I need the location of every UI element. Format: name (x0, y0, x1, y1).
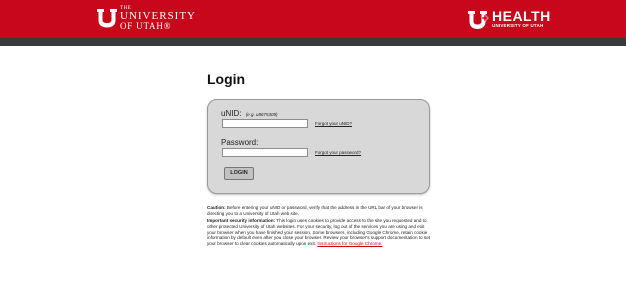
caution-text: Before entering your uNID or password, v… (207, 205, 423, 216)
header-bar: THE UNIVERSITY OF UTAH® HEALTH UNIVERSIT… (0, 0, 626, 38)
unid-hint: (e.g. u8675309) (245, 112, 278, 117)
unid-input[interactable] (222, 119, 308, 128)
security-notice: Caution: Before entering your uNID or pa… (207, 205, 433, 249)
login-button[interactable]: LOGIN (224, 167, 254, 180)
security-paragraph: Important security information: This log… (207, 218, 433, 247)
health-subtitle-text: UNIVERSITY OF UTAH (492, 23, 544, 28)
university-line2-text: OF UTAH® (120, 21, 172, 31)
university-u-logo-icon[interactable] (96, 7, 118, 29)
caution-label: Caution: (207, 205, 226, 210)
caution-paragraph: Caution: Before entering your uNID or pa… (207, 205, 433, 217)
login-panel: uNID: (e.g. u8675309) Forgot your uNID? … (207, 99, 430, 194)
forgot-unid-link[interactable]: Forgot your uNID? (315, 121, 352, 126)
health-u-logo-icon[interactable] (467, 9, 491, 31)
forgot-password-link[interactable]: Forgot your password? (315, 150, 361, 155)
unid-label-row: uNID: (e.g. u8675309) (221, 109, 277, 118)
password-label: Password: (221, 138, 259, 147)
health-title-text: HEALTH (492, 8, 551, 24)
password-input[interactable] (222, 148, 308, 157)
page-title: Login (207, 71, 246, 87)
header-divider-bar (0, 38, 626, 46)
security-label: Important security information: (207, 218, 276, 224)
chrome-instructions-link[interactable]: Instructions for Google Chrome. (317, 241, 382, 246)
university-wordmark[interactable]: THE UNIVERSITY OF UTAH® (120, 6, 196, 31)
health-wordmark[interactable]: HEALTH UNIVERSITY OF UTAH (492, 9, 551, 29)
unid-label: uNID: (221, 109, 242, 118)
